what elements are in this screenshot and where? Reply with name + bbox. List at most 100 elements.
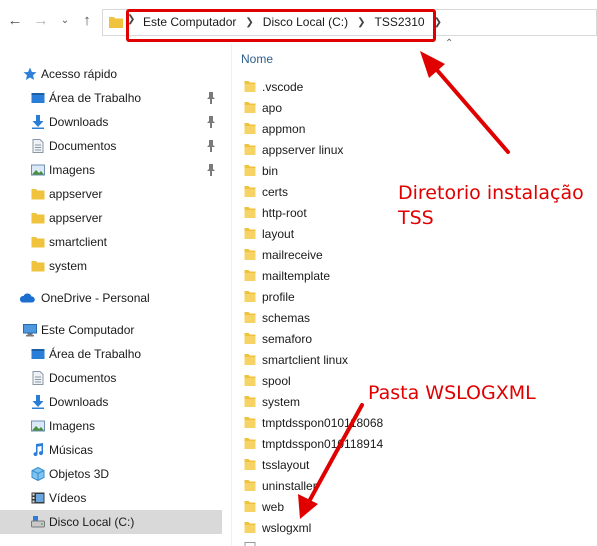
folder-icon [244, 396, 256, 407]
cloud-icon [19, 293, 35, 303]
chevron-right-icon[interactable]: ❯ [357, 17, 365, 28]
folder-icon [244, 438, 256, 449]
list-item[interactable]: appmon [232, 118, 597, 139]
sidebar-item-local-disk[interactable]: Disco Local (C:) [0, 510, 222, 534]
sidebar-item-label: Área de Trabalho [49, 91, 142, 105]
documents-icon [32, 139, 44, 153]
annotation-install-dir: Diretorio instalação TSS [398, 181, 584, 231]
sidebar-item-label: Downloads [49, 115, 109, 129]
breadcrumb-tss2310[interactable]: TSS2310 [375, 15, 425, 29]
sidebar-item-music[interactable]: Músicas [0, 438, 222, 462]
list-item[interactable]: schemas [232, 307, 597, 328]
back-arrow-icon[interactable]: ← [6, 12, 24, 30]
list-item[interactable]: wslogxml [232, 517, 597, 538]
folder-icon [244, 123, 256, 134]
sidebar-item-3d-objects[interactable]: Objetos 3D [0, 462, 222, 486]
sidebar-item-onedrive[interactable]: OneDrive - Personal [0, 286, 222, 310]
documents-icon [32, 371, 44, 385]
file-name: mailtemplate [262, 269, 331, 283]
address-bar[interactable]: ❯ Este Computador ❯ Disco Local (C:) ❯ T… [102, 9, 597, 36]
sidebar-item-desktop[interactable]: Área de Trabalho [0, 86, 222, 110]
sidebar-item-label: Vídeos [49, 491, 87, 505]
folder-icon [244, 312, 256, 323]
sidebar-item-system[interactable]: system [0, 254, 222, 278]
list-item[interactable]: profile [232, 286, 597, 307]
sidebar-item-this-pc[interactable]: Este Computador [0, 318, 222, 342]
sidebar-item-downloads[interactable]: Downloads [0, 110, 222, 134]
forward-arrow-icon[interactable]: → [32, 12, 50, 30]
star-icon [23, 67, 37, 80]
list-item[interactable]: bin [232, 160, 597, 181]
folder-icon [244, 102, 256, 113]
downloads-icon [32, 115, 44, 129]
sidebar-item-pictures[interactable]: Imagens [0, 158, 222, 182]
videos-icon [31, 492, 45, 504]
file-name: appserver linux [262, 143, 344, 157]
list-item-partial[interactable] [232, 538, 597, 546]
folder-icon [244, 186, 256, 197]
sidebar-item-appserver[interactable]: appserver [0, 206, 222, 230]
folder-icon [244, 144, 256, 155]
sidebar-item-label: Este Computador [41, 323, 135, 337]
breadcrumb-disco-local[interactable]: Disco Local (C:) [263, 15, 348, 29]
pin-icon[interactable] [206, 140, 216, 152]
file-name: tmptdsspon010118068 [262, 416, 384, 430]
music-icon [33, 443, 44, 457]
sidebar-item-label: Imagens [49, 163, 96, 177]
list-item[interactable]: mailtemplate [232, 265, 597, 286]
navigation-bar: ← → ⌄ ↑ ❯ Este Computador ❯ Disco Local … [0, 0, 597, 44]
folder-icon [244, 459, 256, 470]
file-name: mailreceive [262, 248, 323, 262]
sort-ascending-icon: ⌃ [445, 38, 454, 49]
list-item[interactable]: apo [232, 97, 597, 118]
recent-locations-chevron-icon[interactable]: ⌄ [56, 12, 74, 30]
navigation-pane: Acesso rápido Área de Trabalho Downloads… [0, 60, 222, 546]
sidebar-item-pictures[interactable]: Imagens [0, 414, 222, 438]
sidebar-item-label: Imagens [49, 419, 96, 433]
file-name: layout [262, 227, 295, 241]
sidebar-item-desktop[interactable]: Área de Trabalho [0, 342, 222, 366]
breadcrumb-este-computador[interactable]: Este Computador [143, 15, 236, 29]
chevron-right-icon: ❯ [127, 14, 136, 25]
sidebar-item-videos[interactable]: Vídeos [0, 486, 222, 510]
folder-icon [109, 17, 123, 28]
list-item[interactable]: smartclient linux [232, 349, 597, 370]
sidebar-item-documents[interactable]: Documentos [0, 366, 222, 390]
sidebar-item-appserver[interactable]: appserver [0, 182, 222, 206]
pin-icon[interactable] [206, 92, 216, 104]
list-item[interactable]: tmptdsspon010118914 [232, 433, 597, 454]
sidebar-item-downloads[interactable]: Downloads [0, 390, 222, 414]
list-item[interactable]: uninstaller [232, 475, 597, 496]
folder-icon [244, 501, 256, 512]
sidebar-item-documents[interactable]: Documentos [0, 134, 222, 158]
file-name: profile [262, 290, 295, 304]
folder-icon [31, 237, 45, 248]
folder-icon [244, 207, 256, 218]
list-item[interactable]: tmptdsspon010118068 [232, 412, 597, 433]
folder-icon [244, 522, 256, 533]
file-name: apo [262, 101, 283, 115]
list-item[interactable]: web [232, 496, 597, 517]
chevron-right-icon[interactable]: ❯ [434, 17, 442, 28]
sidebar-item-smartclient[interactable]: smartclient [0, 230, 222, 254]
column-header-name[interactable]: Nome [241, 52, 273, 66]
list-item[interactable]: mailreceive [232, 244, 597, 265]
sidebar-item-quick-access[interactable]: Acesso rápido [0, 62, 222, 86]
file-name: smartclient linux [262, 353, 349, 367]
file-icon [244, 542, 256, 546]
file-name: certs [262, 185, 289, 199]
drive-icon [31, 516, 45, 528]
file-name: appmon [262, 122, 306, 136]
list-item[interactable]: .vscode [232, 76, 597, 97]
list-item[interactable]: tsslayout [232, 454, 597, 475]
chevron-right-icon[interactable]: ❯ [245, 17, 253, 28]
pin-icon[interactable] [206, 116, 216, 128]
file-name: tsslayout [262, 458, 310, 472]
pin-icon[interactable] [206, 164, 216, 176]
folder-icon [31, 189, 45, 200]
list-item[interactable]: appserver linux [232, 139, 597, 160]
up-arrow-icon[interactable]: ↑ [78, 12, 96, 30]
breadcrumb: Este Computador ❯ Disco Local (C:) ❯ TSS… [143, 15, 451, 29]
list-item[interactable]: semaforo [232, 328, 597, 349]
file-name: web [262, 500, 285, 514]
